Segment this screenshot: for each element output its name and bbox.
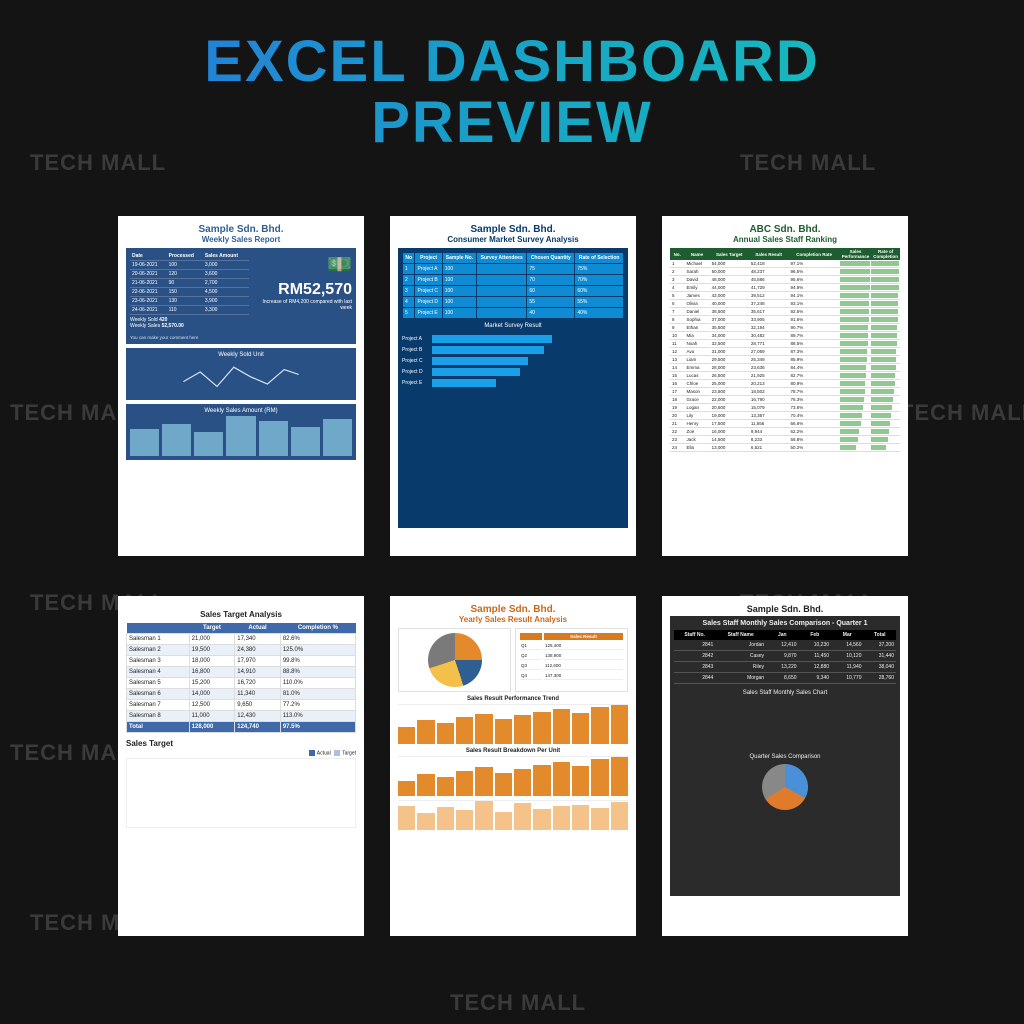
watermark: TECH MALL [450,990,586,1016]
card2-table: NoProjectSample No.Survey AttendeesChose… [402,252,624,319]
card-staff-ranking: ABC Sdn. Bhd. Annual Sales Staff Ranking… [662,216,908,556]
card5-subtitle: Yearly Sales Result Analysis [398,615,628,624]
preview-grid: Sample Sdn. Bhd. Weekly Sales Report Dat… [118,216,908,936]
card-weekly-sales-report: Sample Sdn. Bhd. Weekly Sales Report Dat… [118,216,364,556]
card1-table: DateProcessedSales Amount19-06-20211003,… [130,252,249,315]
section-title: Sales Result Breakdown Per Unit [398,748,628,754]
chart-title: Sales Staff Monthly Sales Chart [674,690,896,696]
comment-hint: You can make your comment here [130,335,249,340]
card1-subtitle: Weekly Sales Report [126,235,356,244]
legend-item: Actual [317,750,331,756]
title-line-1: EXCEL DASHBOARD [0,32,1024,93]
card2-subtitle: Consumer Market Survey Analysis [398,235,628,244]
page-title: EXCEL DASHBOARD PREVIEW [0,0,1024,154]
grouped-bar-chart [674,698,896,748]
pie-chart [428,633,482,687]
card6-subtitle: Sales Staff Monthly Sales Comparison - Q… [674,620,896,627]
card4-table: TargetActualCompletion %Salesman 121,000… [126,623,356,733]
chart-title: Weekly Sales Amount (RM) [130,408,352,414]
card1-note: Increase of RM4,200 compared with last w… [253,299,352,311]
card6-table: Staff No.Staff NameJanFebMarTotal2841Jor… [674,630,896,684]
legend: Actual Target [126,750,356,756]
card6-company: Sample Sdn. Bhd. [670,604,900,614]
bar-chart [130,416,352,456]
chart-title: Weekly Sold Unit [130,352,352,358]
bar-chart [398,704,628,744]
card1-total: RM52,570 [253,281,352,299]
card-sales-target: Sales Target Analysis TargetActualComple… [118,596,364,936]
legend-item: Target [342,750,356,756]
card5-mini-table: Sales ResultQ1125,400Q2138,900Q3112,600Q… [518,631,625,682]
bar-chart [398,756,628,796]
card-market-survey: Sample Sdn. Bhd. Consumer Market Survey … [390,216,636,556]
value: 52,570.00 [162,323,184,329]
watermark: TECH MALL [900,400,1024,426]
grouped-bar-chart [126,758,356,828]
watermark: TECH MALL [30,150,166,176]
line-chart [130,360,352,396]
card5-company: Sample Sdn. Bhd. [398,604,628,615]
card-quarter-comparison: Sample Sdn. Bhd. Sales Staff Monthly Sal… [662,596,908,936]
chart-title: Market Survey Result [402,323,624,329]
title-line-2: PREVIEW [0,93,1024,154]
card3-subtitle: Annual Sales Staff Ranking [670,235,900,244]
card3-table: No.NameSales TargetSales ResultCompletio… [670,248,900,452]
section-title: Sales Result Performance Trend [398,696,628,702]
card1-company: Sample Sdn. Bhd. [126,224,356,235]
hbar-chart: Project AProject BProject CProject DProj… [402,335,624,387]
label: Weekly Sales [130,323,160,329]
bar-chart [398,800,628,830]
card4-subtitle: Sales Target Analysis [126,610,356,619]
chart-title: Quarter Sales Comparison [674,754,896,760]
money-icon: 💵 [253,252,352,277]
watermark: TECH MALL [740,150,876,176]
chart-title: Sales Target [126,739,356,748]
card2-company: Sample Sdn. Bhd. [398,224,628,235]
pie-chart [762,764,808,810]
card3-company: ABC Sdn. Bhd. [670,224,900,235]
